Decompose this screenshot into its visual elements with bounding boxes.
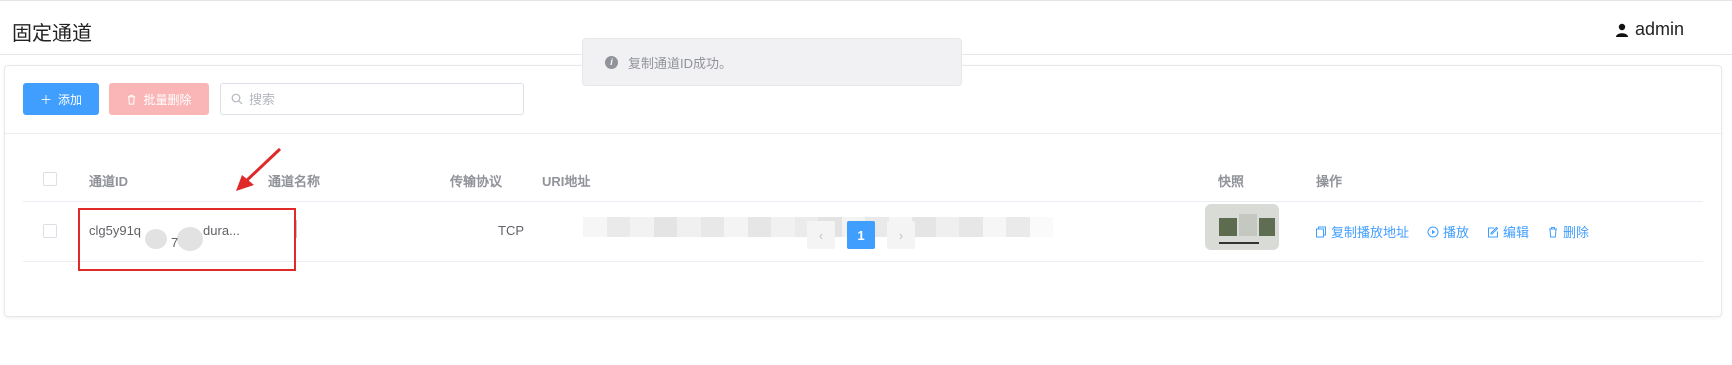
col-protocol: 传输协议 bbox=[450, 174, 503, 189]
next-page-button[interactable]: › bbox=[887, 221, 915, 249]
user-icon bbox=[1615, 23, 1628, 37]
username: admin bbox=[1634, 19, 1684, 39]
select-all-checkbox[interactable] bbox=[43, 172, 57, 186]
search-input[interactable] bbox=[249, 91, 509, 107]
toast-message: i 复制通道ID成功。 bbox=[582, 38, 962, 86]
annotation-highlight-box bbox=[78, 208, 296, 271]
info-icon: i bbox=[605, 55, 618, 69]
user-menu[interactable]: admin bbox=[1615, 19, 1684, 40]
add-button[interactable]: ＋ 添加 bbox=[23, 83, 99, 115]
add-button-label: 添加 bbox=[58, 92, 83, 107]
col-channel-id: 通道ID bbox=[89, 174, 129, 189]
page-title: 固定通道 bbox=[12, 23, 92, 45]
col-snapshot: 快照 bbox=[1218, 174, 1245, 189]
search-box[interactable] bbox=[220, 83, 524, 115]
annotation-arrow-icon bbox=[236, 147, 282, 191]
batch-delete-label: 批量删除 bbox=[143, 92, 192, 107]
toolbar-divider bbox=[5, 133, 1721, 134]
search-icon bbox=[231, 93, 243, 105]
plus-icon: ＋ bbox=[39, 92, 52, 107]
page-number-current[interactable]: 1 bbox=[847, 221, 875, 249]
batch-delete-button[interactable]: 批量删除 bbox=[109, 83, 209, 115]
prev-page-button[interactable]: ‹ bbox=[807, 221, 835, 249]
trash-icon bbox=[128, 94, 136, 105]
col-actions: 操作 bbox=[1316, 174, 1343, 189]
col-uri: URI地址 bbox=[542, 174, 591, 189]
toast-text: 复制通道ID成功。 bbox=[628, 55, 733, 71]
